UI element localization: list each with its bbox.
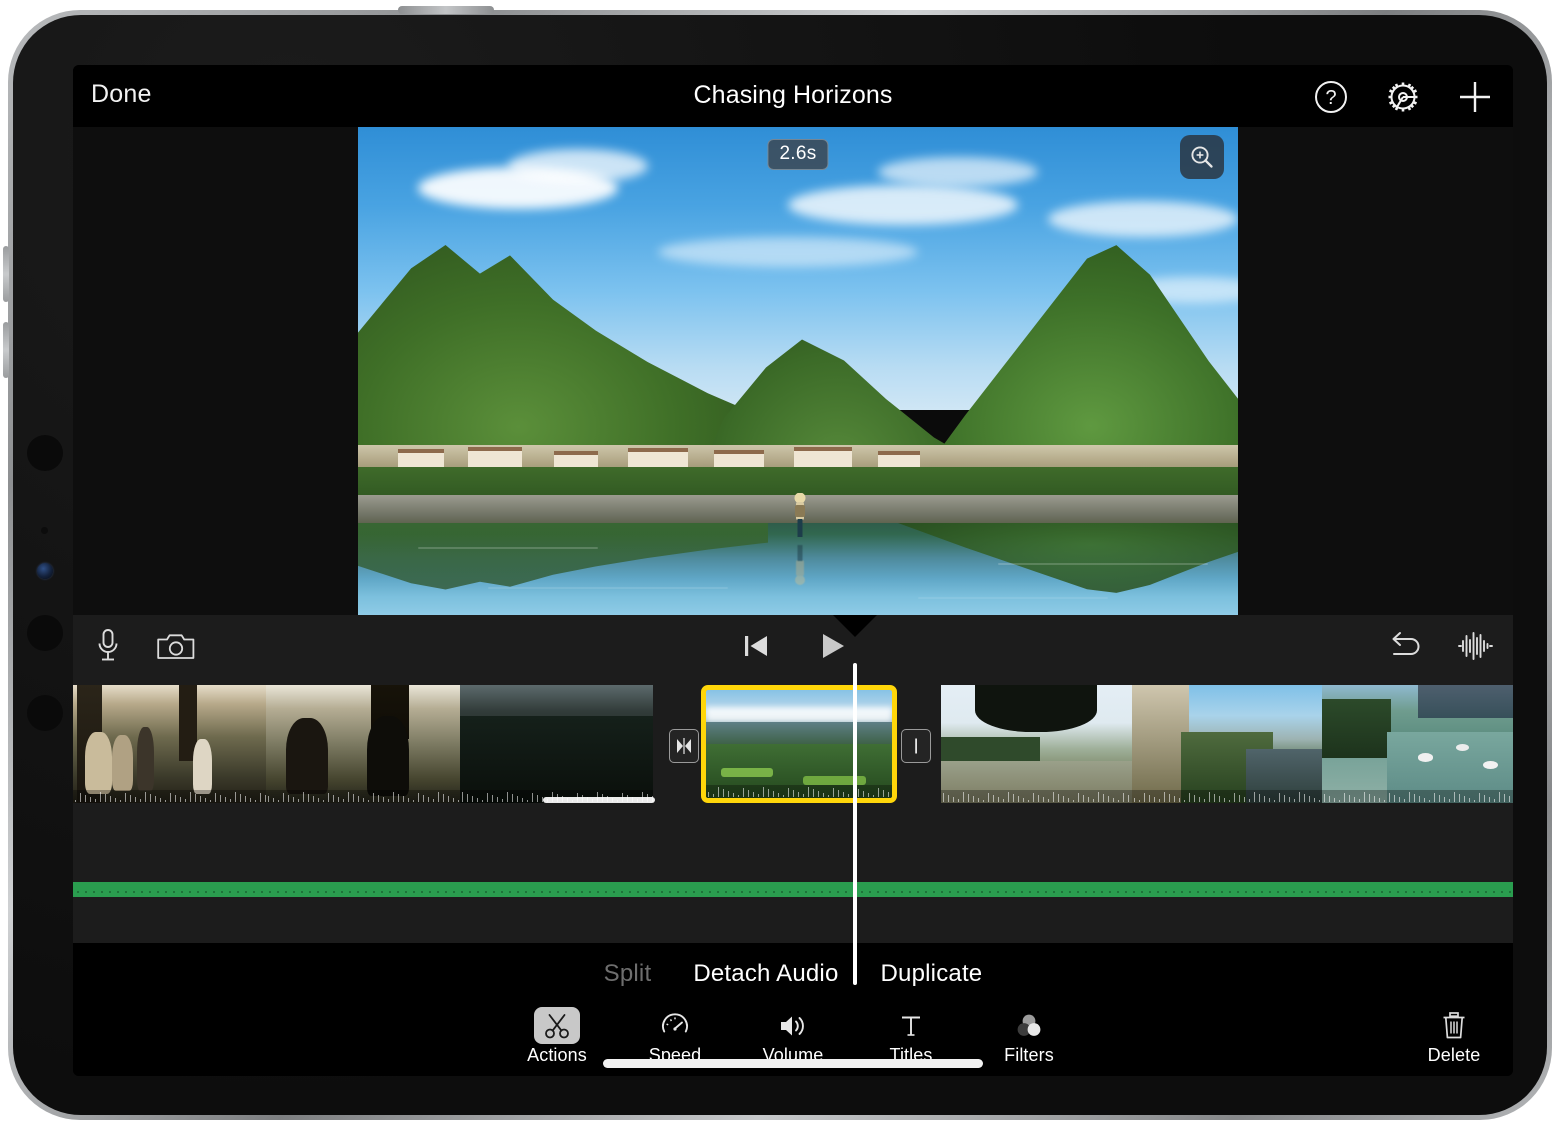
bezel-sensor-dot-1 — [27, 435, 63, 471]
timeline-toolbar — [73, 615, 1513, 677]
timeline-clip-group-left[interactable] — [73, 685, 653, 803]
tool-volume[interactable]: Volume — [750, 1007, 836, 1066]
clip-duration-badge: 2.6s — [767, 139, 828, 170]
video-preview-area[interactable]: 2.6s — [73, 127, 1513, 615]
cloud — [878, 157, 1038, 187]
table-row[interactable] — [1132, 685, 1323, 803]
clip-audio-waveform — [1132, 790, 1323, 803]
ipad-screen: Done Chasing Horizons ? — [73, 65, 1513, 1076]
bezel-camera-lens — [37, 563, 53, 579]
power-button[interactable] — [398, 6, 494, 14]
water-ripple — [488, 587, 728, 589]
hiker-figure — [790, 493, 810, 541]
delete-button[interactable]: Delete — [1413, 1007, 1495, 1066]
water-ripple — [998, 563, 1208, 565]
clip-audio-waveform — [266, 790, 459, 803]
delete-label: Delete — [1428, 1045, 1481, 1066]
context-action-list: Split Detach Audio Duplicate — [73, 943, 1513, 1005]
split-button[interactable]: Split — [604, 960, 652, 988]
home-indicator[interactable] — [603, 1059, 983, 1068]
svg-text:?: ? — [1325, 87, 1336, 109]
clip-audio-waveform — [1322, 790, 1513, 803]
water-ripple — [418, 547, 598, 549]
bezel-microphone-dot — [41, 527, 48, 534]
tool-actions[interactable]: Actions — [514, 1007, 600, 1066]
timeline-clip-group-right[interactable] — [941, 685, 1513, 803]
video-frame[interactable]: 2.6s — [358, 127, 1238, 615]
playhead-line[interactable] — [853, 663, 857, 985]
trash-icon — [1431, 1007, 1477, 1044]
tool-label: Filters — [1004, 1045, 1054, 1066]
timeline-scroll-indicator[interactable] — [543, 797, 655, 803]
background-audio-track[interactable] — [73, 882, 1513, 897]
magnifier-plus-icon[interactable] — [1180, 135, 1224, 179]
trim-left-handle-icon[interactable] — [669, 729, 699, 763]
water-ripple — [918, 597, 1108, 599]
table-row[interactable] — [706, 690, 892, 798]
table-row[interactable] — [941, 685, 1132, 803]
hiker-reflection — [790, 541, 810, 585]
timeline-track-area[interactable] — [73, 677, 1513, 943]
filters-circles-icon — [1006, 1007, 1052, 1044]
clip-audio-waveform — [941, 790, 1132, 803]
gear-icon[interactable] — [1381, 76, 1425, 118]
scissors-icon — [534, 1007, 580, 1044]
trim-right-handle-icon[interactable] — [901, 729, 931, 763]
timeline-clip-selected[interactable] — [701, 685, 897, 803]
cloud — [788, 185, 1018, 225]
cloud — [658, 237, 918, 267]
ipad-device-frame: Done Chasing Horizons ? — [8, 10, 1552, 1120]
editor-tool-bar: Actions — [73, 1005, 1513, 1076]
help-circle-icon[interactable]: ? — [1309, 76, 1353, 118]
tool-label: Actions — [527, 1045, 587, 1066]
tool-filters[interactable]: Filters — [986, 1007, 1072, 1066]
clip-audio-waveform — [706, 785, 892, 798]
clip-context-action-bar: Split Detach Audio Duplicate — [73, 943, 1513, 1005]
clip-audio-waveform — [73, 790, 266, 803]
page-title: Chasing Horizons — [73, 81, 1513, 110]
skip-to-start-icon[interactable] — [734, 625, 778, 667]
volume-down-button[interactable] — [3, 322, 9, 378]
navigation-bar: Done Chasing Horizons ? — [73, 65, 1513, 127]
table-row[interactable] — [73, 685, 266, 803]
video-clip-strip — [73, 685, 1513, 803]
tool-speed[interactable]: Speed — [632, 1007, 718, 1066]
audio-waveform-icon[interactable] — [1451, 624, 1499, 668]
plus-icon[interactable] — [1453, 76, 1497, 118]
undo-arrow-icon[interactable] — [1381, 624, 1429, 668]
bezel-sensor-dot-3 — [27, 695, 63, 731]
bezel-sensor-dot-2 — [27, 615, 63, 651]
text-t-icon — [888, 1007, 934, 1044]
camera-icon[interactable] — [151, 623, 201, 669]
duplicate-button[interactable]: Duplicate — [881, 960, 983, 988]
detach-audio-button[interactable]: Detach Audio — [693, 960, 838, 988]
speedometer-icon — [652, 1007, 698, 1044]
table-row[interactable] — [266, 685, 459, 803]
table-row[interactable] — [460, 685, 653, 803]
ipad-bezel: Done Chasing Horizons ? — [13, 15, 1547, 1115]
table-row[interactable] — [1322, 685, 1513, 803]
microphone-icon[interactable] — [85, 623, 131, 669]
speaker-wave-icon — [770, 1007, 816, 1044]
playhead-marker — [833, 615, 877, 637]
tool-titles[interactable]: Titles — [868, 1007, 954, 1066]
cloud — [508, 149, 648, 183]
cloud — [1048, 201, 1238, 237]
volume-up-button[interactable] — [3, 246, 9, 302]
